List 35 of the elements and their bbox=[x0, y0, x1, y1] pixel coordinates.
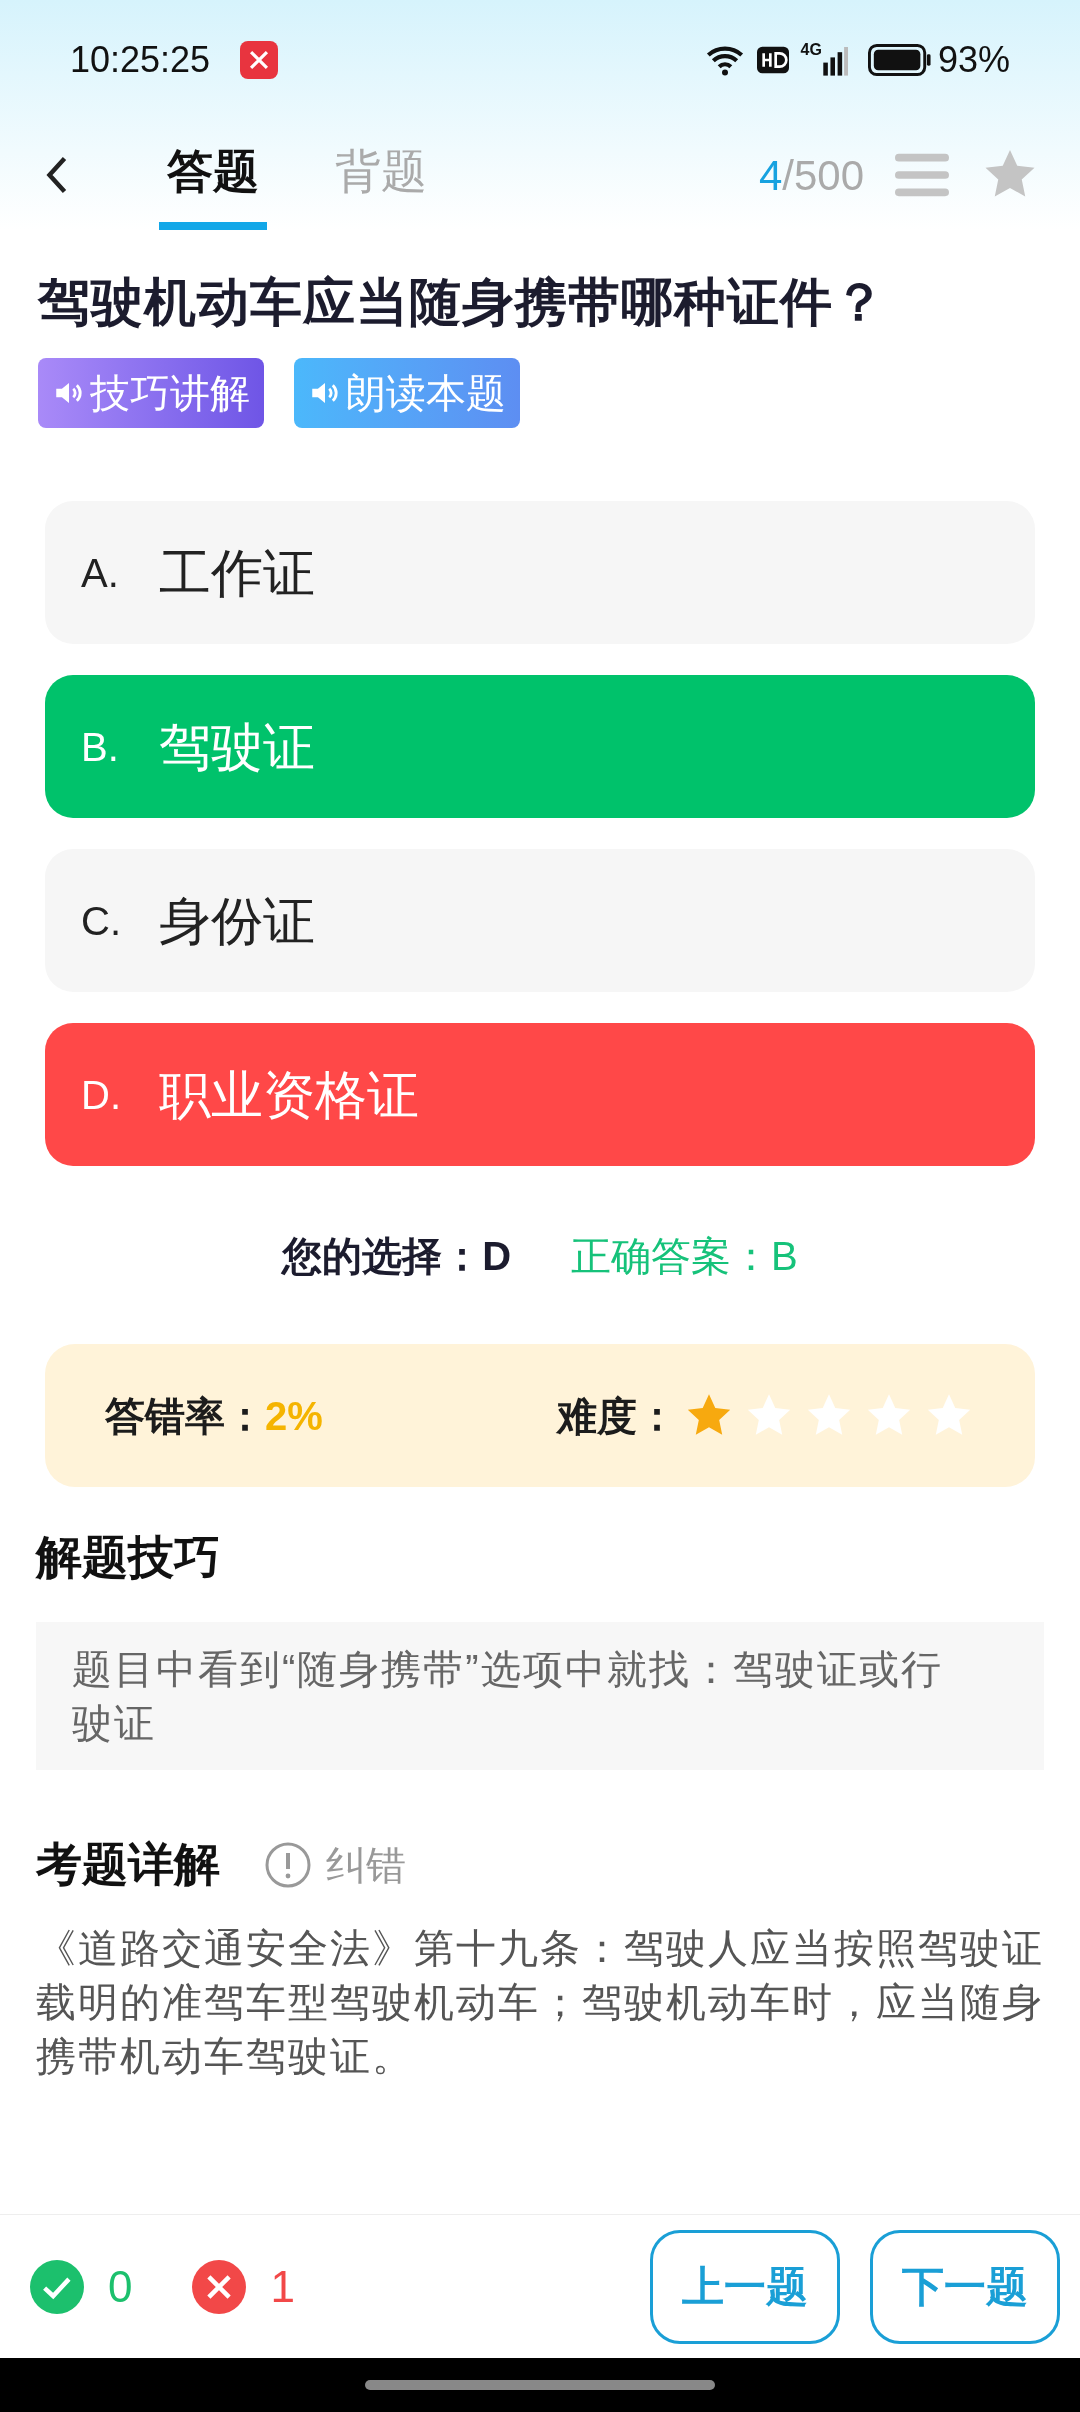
home-indicator[interactable] bbox=[365, 2380, 715, 2390]
answer-option[interactable]: B. 驾驶证 bbox=[45, 675, 1035, 818]
tab[interactable]: 答题 bbox=[159, 120, 267, 230]
network-type: 4G bbox=[800, 40, 822, 60]
screen-recorder-icon bbox=[240, 41, 279, 79]
tab[interactable]: 背题 bbox=[327, 120, 435, 230]
correct-icon bbox=[30, 2259, 84, 2314]
difficulty-label: 难度： bbox=[557, 1392, 677, 1440]
report-error-link[interactable]: 纠错 bbox=[264, 1834, 406, 1895]
error-rate-value: 2% bbox=[265, 1392, 323, 1440]
answer-option[interactable]: C. 身份证 bbox=[45, 849, 1035, 992]
explanation-text: 《道路交通安全法》第十九条：驾驶人应当按照驾驶证载明的准驾车型驾驶机动车；驾驶机动车时，应当随身携带机动车驾驶证。 bbox=[36, 1925, 1044, 2080]
nav-button[interactable]: 下一题 bbox=[870, 2229, 1060, 2344]
tips-title: 解题技巧 bbox=[36, 1530, 221, 1585]
nav-button[interactable]: 上一题 bbox=[650, 2229, 840, 2344]
answer-option[interactable]: D. 职业资格证 bbox=[45, 1023, 1035, 1166]
question-text: 驾驶机动车应当随身携带哪种证件？ bbox=[38, 272, 887, 333]
menu-icon bbox=[895, 151, 949, 199]
correct-answer: 正确答案：B bbox=[571, 1233, 798, 1280]
battery-level: 93% bbox=[937, 38, 1010, 82]
battery-icon bbox=[867, 44, 932, 76]
status-time: 10:25:25 bbox=[70, 38, 211, 82]
correct-count: 0 bbox=[108, 2260, 133, 2313]
your-choice: 您的选择：D bbox=[282, 1233, 512, 1280]
question-counter: 4/500 bbox=[758, 150, 864, 201]
error-rate-label: 答错率： bbox=[105, 1392, 265, 1440]
wrong-icon bbox=[192, 2259, 247, 2314]
explanation-title: 考题详解 bbox=[36, 1837, 220, 1892]
tips-box: 题目中看到“随身携带”选项中就找：驾驶证或行驶证 bbox=[36, 1622, 1044, 1770]
answer-option[interactable]: A. 工作证 bbox=[45, 501, 1035, 644]
alert-icon bbox=[264, 1840, 312, 1889]
wrong-count: 1 bbox=[270, 2260, 295, 2313]
audio-button[interactable]: 朗读本题 bbox=[294, 358, 520, 428]
hd-icon bbox=[756, 46, 789, 74]
audio-button[interactable]: 技巧讲解 bbox=[38, 358, 264, 428]
